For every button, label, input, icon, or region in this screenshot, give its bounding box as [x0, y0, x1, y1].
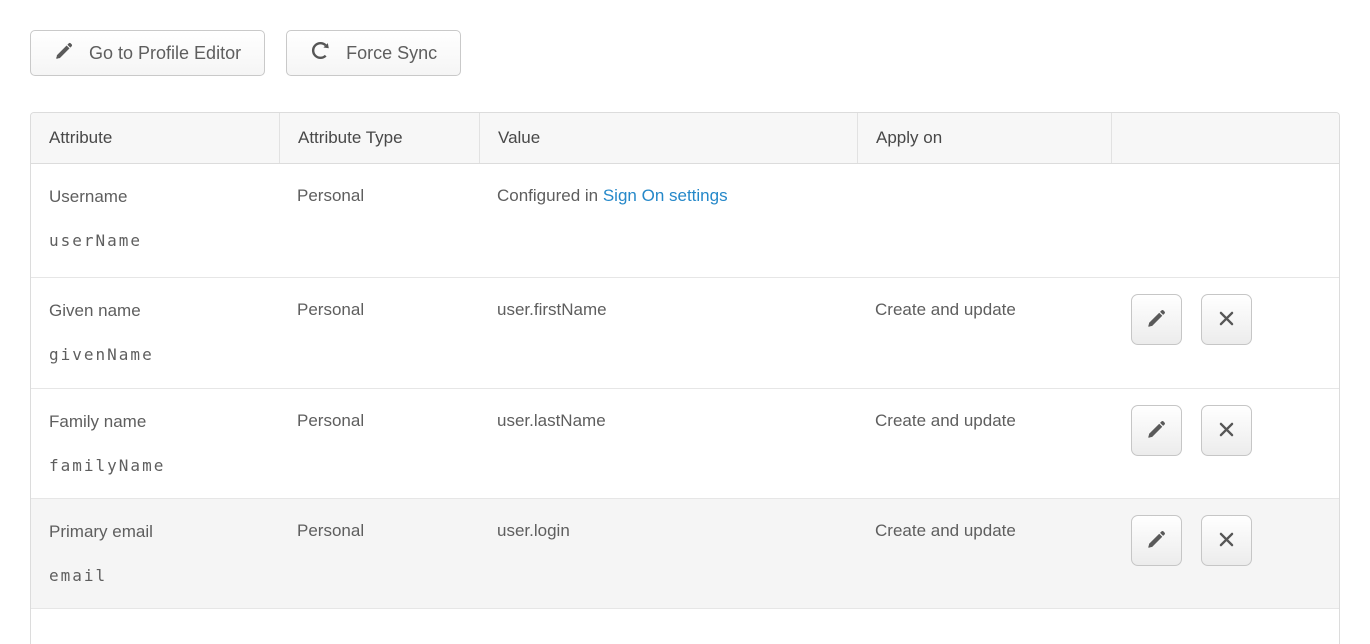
remove-attribute-button[interactable] — [1201, 405, 1252, 456]
cell-actions — [1111, 389, 1339, 498]
cell-attribute-type: Personal — [279, 164, 479, 277]
x-icon — [1216, 419, 1237, 443]
x-icon — [1216, 308, 1237, 332]
header-attribute-type: Attribute Type — [279, 113, 479, 163]
cell-value: user.firstName — [479, 278, 857, 388]
attribute-label: Primary email — [49, 521, 279, 543]
table-row-family-name: Family name familyName Personal user.las… — [31, 389, 1339, 499]
cell-apply-on: Create and update — [857, 278, 1111, 388]
cell-attribute: Primary email email — [31, 499, 279, 608]
edit-attribute-button[interactable] — [1131, 294, 1182, 345]
attribute-code: givenName — [49, 345, 279, 364]
force-sync-button[interactable]: Force Sync — [286, 30, 461, 76]
header-attribute: Attribute — [31, 113, 279, 163]
cell-apply-on: Create and update — [857, 389, 1111, 498]
cell-actions — [1111, 278, 1339, 388]
header-apply-on: Apply on — [857, 113, 1111, 163]
cell-apply-on — [857, 164, 1111, 277]
cell-attribute: Family name familyName — [31, 389, 279, 498]
attribute-label: Given name — [49, 300, 279, 322]
attribute-mapping-table: Attribute Attribute Type Value Apply on … — [30, 112, 1340, 644]
cell-actions — [1111, 164, 1339, 277]
edit-attribute-button[interactable] — [1131, 405, 1182, 456]
table-row-given-name: Given name givenName Personal user.first… — [31, 278, 1339, 389]
refresh-icon — [310, 40, 331, 66]
attribute-label: Username — [49, 186, 279, 208]
force-sync-label: Force Sync — [346, 43, 437, 64]
table-row-partial — [31, 609, 1339, 644]
header-actions — [1111, 113, 1339, 163]
go-to-profile-editor-button[interactable]: Go to Profile Editor — [30, 30, 265, 76]
pencil-icon — [54, 41, 74, 66]
table-header-row: Attribute Attribute Type Value Apply on — [31, 113, 1339, 164]
pencil-icon — [1146, 529, 1167, 553]
remove-attribute-button[interactable] — [1201, 515, 1252, 566]
table-row-username: Username userName Personal Configured in… — [31, 164, 1339, 278]
cell-value: Configured in Sign On settings — [479, 164, 857, 277]
sign-on-settings-link[interactable]: Sign On settings — [603, 186, 728, 205]
cell-apply-on: Create and update — [857, 499, 1111, 608]
header-value: Value — [479, 113, 857, 163]
pencil-icon — [1146, 308, 1167, 332]
cell-attribute-type: Personal — [279, 389, 479, 498]
attribute-code: userName — [49, 231, 279, 250]
attribute-code: familyName — [49, 456, 279, 475]
cell-value: user.login — [479, 499, 857, 608]
cell-attribute-type: Personal — [279, 499, 479, 608]
cell-attribute: Given name givenName — [31, 278, 279, 388]
cell-value: user.lastName — [479, 389, 857, 498]
pencil-icon — [1146, 419, 1167, 443]
attribute-label: Family name — [49, 411, 279, 433]
attribute-code: email — [49, 566, 279, 585]
cell-actions — [1111, 499, 1339, 608]
cell-attribute-type: Personal — [279, 278, 479, 388]
page: Go to Profile Editor Force Sync Attribut… — [0, 0, 1370, 644]
edit-attribute-button[interactable] — [1131, 515, 1182, 566]
value-text: Configured in — [497, 186, 603, 205]
toolbar: Go to Profile Editor Force Sync — [30, 30, 1340, 76]
remove-attribute-button[interactable] — [1201, 294, 1252, 345]
table-row-primary-email: Primary email email Personal user.login … — [31, 499, 1339, 609]
cell-attribute: Username userName — [31, 164, 279, 277]
x-icon — [1216, 529, 1237, 553]
go-to-profile-editor-label: Go to Profile Editor — [89, 43, 241, 64]
